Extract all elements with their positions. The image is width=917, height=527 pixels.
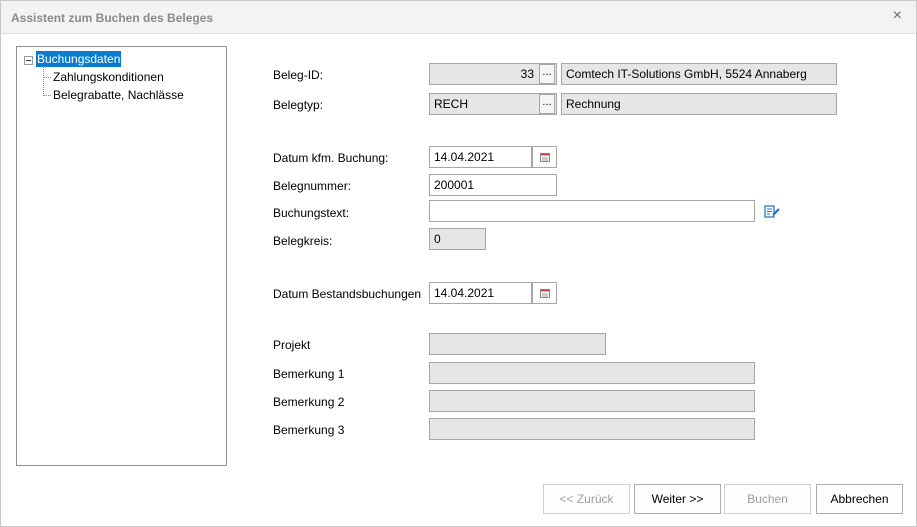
belegkreis-field[interactable]: 0 bbox=[429, 228, 486, 250]
datum-bestand-label: Datum Bestandsbuchungen bbox=[273, 287, 422, 301]
datum-kfm-label: Datum kfm. Buchung: bbox=[273, 151, 389, 165]
bemerkung1-field[interactable] bbox=[429, 362, 755, 384]
belegnummer-field[interactable]: 200001 bbox=[429, 174, 557, 196]
belegnummer-label: Belegnummer: bbox=[273, 179, 352, 193]
belegtyp-field[interactable]: RECH bbox=[429, 93, 557, 115]
beleg-id-label: Beleg-ID: bbox=[273, 68, 324, 82]
belegtyp-lookup-button[interactable]: ... bbox=[539, 94, 555, 114]
title-bar: Assistent zum Buchen des Beleges × bbox=[1, 1, 916, 34]
datum-bestand-calendar-button[interactable] bbox=[532, 282, 557, 304]
booking-wizard-dialog: Assistent zum Buchen des Beleges × Buchu… bbox=[0, 0, 917, 527]
navigation-tree: Buchungsdaten Zahlungskonditionen Belegr… bbox=[16, 46, 227, 466]
dialog-title: Assistent zum Buchen des Beleges bbox=[11, 11, 214, 25]
datum-kfm-calendar-button[interactable] bbox=[532, 146, 557, 168]
bemerkung3-field[interactable] bbox=[429, 418, 755, 440]
tree-item-zahlungskonditionen[interactable]: Zahlungskonditionen bbox=[53, 69, 164, 85]
calendar-icon bbox=[540, 289, 550, 298]
next-button[interactable]: Weiter >> bbox=[634, 484, 721, 514]
belegtyp-label: Belegtyp: bbox=[273, 98, 324, 112]
belegkreis-label: Belegkreis: bbox=[273, 234, 333, 248]
bemerkung3-label: Bemerkung 3 bbox=[273, 423, 345, 437]
beleg-id-lookup-button[interactable]: ... bbox=[539, 64, 555, 84]
calendar-icon bbox=[540, 153, 550, 162]
close-icon[interactable]: × bbox=[893, 7, 902, 25]
tree-item-belegrabatte[interactable]: Belegrabatte, Nachlässe bbox=[53, 87, 184, 103]
bemerkung2-label: Bemerkung 2 bbox=[273, 395, 345, 409]
bemerkung1-label: Bemerkung 1 bbox=[273, 367, 345, 381]
buchungstext-label: Buchungstext: bbox=[273, 206, 350, 220]
buchungstext-field[interactable] bbox=[429, 200, 755, 222]
book-button[interactable]: Buchen bbox=[724, 484, 811, 514]
edit-text-icon[interactable] bbox=[764, 204, 780, 219]
datum-bestand-field[interactable]: 14.04.2021 bbox=[429, 282, 532, 304]
collapse-icon[interactable] bbox=[24, 56, 33, 65]
back-button[interactable]: << Zurück bbox=[543, 484, 630, 514]
cancel-button[interactable]: Abbrechen bbox=[816, 484, 903, 514]
beleg-id-field[interactable]: 33 bbox=[429, 63, 557, 85]
projekt-field[interactable] bbox=[429, 333, 606, 355]
tree-item-buchungsdaten[interactable]: Buchungsdaten bbox=[36, 51, 122, 67]
tree-connector bbox=[43, 77, 51, 78]
projekt-label: Projekt bbox=[273, 338, 311, 352]
tree-connector bbox=[43, 67, 44, 96]
belegtyp-description: Rechnung bbox=[561, 93, 837, 115]
beleg-customer-name: Comtech IT-Solutions GmbH, 5524 Annaberg bbox=[561, 63, 837, 85]
bemerkung2-field[interactable] bbox=[429, 390, 755, 412]
datum-kfm-field[interactable]: 14.04.2021 bbox=[429, 146, 532, 168]
tree-connector bbox=[43, 95, 51, 96]
